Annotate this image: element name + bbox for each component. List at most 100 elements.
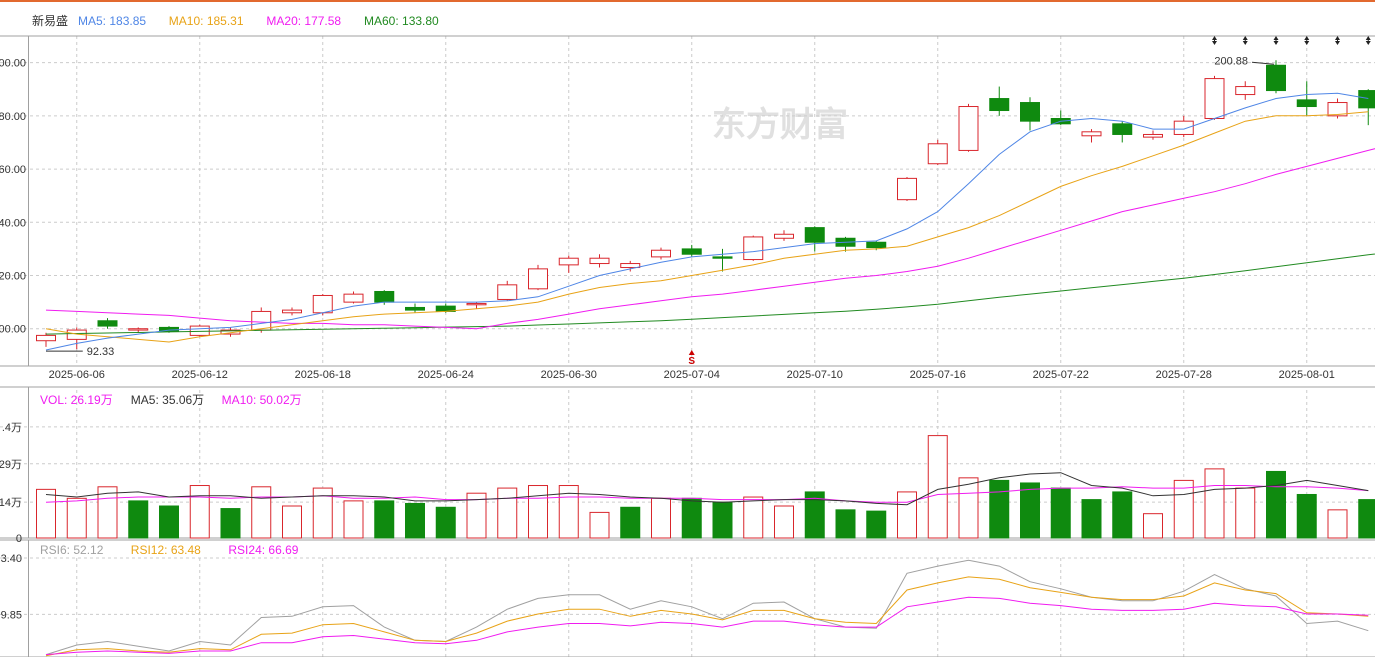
vol-bar-down (681, 497, 702, 539)
candle-up (189, 325, 210, 336)
vol-y-tick-label: 29万 (0, 459, 22, 471)
vol-bar-up (282, 505, 302, 539)
candle-up (36, 334, 56, 342)
candle-up (774, 233, 794, 239)
vol-bar-down (435, 506, 456, 539)
low-price-label: 92.33 (87, 346, 115, 358)
vol-bar-up (528, 485, 548, 539)
candle-down (405, 306, 425, 311)
high-price-label: 200.88 (1214, 55, 1248, 67)
candle-down (804, 227, 825, 243)
candle-up (1143, 133, 1163, 138)
rsi-legend-item: RSI12: 63.48 (131, 543, 201, 557)
rsi-lines (45, 559, 1369, 657)
vol-ma10-line (45, 485, 1369, 503)
event-arrow-down (1365, 41, 1371, 45)
event-arrow-down (1335, 41, 1340, 45)
candle-up (958, 106, 979, 151)
x-tick-label: 2025-07-22 (1033, 369, 1089, 381)
candle-up (558, 257, 579, 266)
candle-up (620, 263, 641, 269)
x-tick-label: 2025-07-04 (664, 369, 720, 381)
vol-bar-down (159, 505, 179, 539)
annotations: 92.33 200.88 S (46, 36, 1371, 367)
vol-bar-up (743, 496, 764, 539)
vol-bar-up (589, 511, 610, 539)
vol-bar-down (866, 510, 887, 539)
vol-bar-down (620, 506, 641, 539)
stock-chart[interactable]: 东方财富 2025-06-06 2025-06-12 2025-06-18 2025-… (0, 0, 1375, 657)
vol-bar-up (774, 505, 794, 539)
candle-up (1173, 120, 1194, 135)
vol-bar-up (651, 497, 671, 539)
volume-bars[interactable] (36, 435, 1375, 539)
vol-bar-down (989, 479, 1010, 539)
ma5-line (45, 92, 1369, 351)
price-legend-item: MA20: 177.58 (266, 14, 341, 28)
vol-legend-item: MA5: 35.06万 (131, 393, 204, 407)
vol-bar-up (1173, 479, 1194, 539)
vol-bar-down (1358, 499, 1375, 539)
price-legend-item: MA10: 185.31 (169, 14, 244, 28)
event-arrow-up (1304, 36, 1310, 40)
rsi12-line (45, 576, 1369, 657)
price-y-tick-label: 60.00 (0, 164, 26, 176)
event-s-arrow (688, 350, 695, 355)
vol-bar-down (374, 500, 395, 539)
vol-bar-up (897, 491, 917, 539)
price-legend-item: MA60: 133.80 (364, 14, 439, 28)
candle-down (1112, 123, 1133, 135)
vol-bar-up (927, 435, 948, 539)
vol-bar-down (1020, 482, 1040, 539)
vol-bar-up (251, 486, 272, 539)
stock-name: 新易盛 (32, 13, 68, 28)
rsi-y-tick-label: 3.40 (1, 553, 22, 565)
price-y-tick-label: 00.00 (0, 58, 26, 70)
vol-bar-up (497, 487, 518, 539)
price-y-tick-label: 40.00 (0, 217, 26, 229)
vol-bar-down (128, 500, 149, 539)
legends: 新易盛 MA5: 183.85 MA10: 185.31 MA20: 177.58 MA… (32, 13, 439, 557)
event-arrow-up (1365, 36, 1371, 40)
candle-up (897, 177, 917, 201)
candle-up (1235, 86, 1256, 96)
vol-bar-down (220, 508, 241, 539)
vol-bar-up (1204, 468, 1225, 539)
candle-up (1204, 78, 1225, 119)
candle-down (97, 320, 118, 327)
x-tick-label: 2025-06-24 (418, 369, 474, 381)
price-legend-item: MA5: 183.85 (78, 14, 146, 28)
event-arrow-up (1273, 36, 1279, 40)
rsi-legend-item: RSI24: 66.69 (228, 543, 298, 557)
event-arrow-down (1273, 41, 1279, 45)
candle-up (466, 302, 487, 306)
candle-down (1266, 64, 1286, 92)
vol-bar-up (1327, 509, 1348, 539)
x-tick-label: 2025-07-10 (787, 369, 843, 381)
ma10-line (45, 111, 1369, 343)
candlestick-series[interactable] (36, 60, 1375, 350)
candle-down (1020, 102, 1040, 122)
rsi6-line (45, 559, 1369, 656)
vol-bar-down (712, 501, 733, 539)
x-tick-label: 2025-06-06 (49, 369, 105, 381)
event-arrow-down (1304, 41, 1310, 45)
vol-bar-up (1235, 487, 1256, 539)
candle-up (128, 328, 149, 331)
vol-bar-up (1143, 513, 1163, 539)
candle-down (1358, 90, 1375, 109)
vol-bar-up (66, 497, 87, 539)
x-tick-label: 2025-07-16 (910, 369, 966, 381)
candle-up (282, 309, 302, 314)
candle-up (743, 236, 764, 261)
vol-bar-up (36, 488, 56, 539)
vol-bar-down (1296, 493, 1317, 539)
ma20-line (45, 148, 1375, 330)
rsi24-line (45, 596, 1369, 656)
rsi-legend-item: RSI6: 52.12 (40, 543, 104, 557)
candle-up (927, 143, 948, 165)
x-tick-label: 2025-06-18 (295, 369, 351, 381)
vol-bar-up (958, 477, 979, 539)
event-s-label: S (688, 356, 695, 367)
vol-bar-down (1050, 487, 1071, 539)
